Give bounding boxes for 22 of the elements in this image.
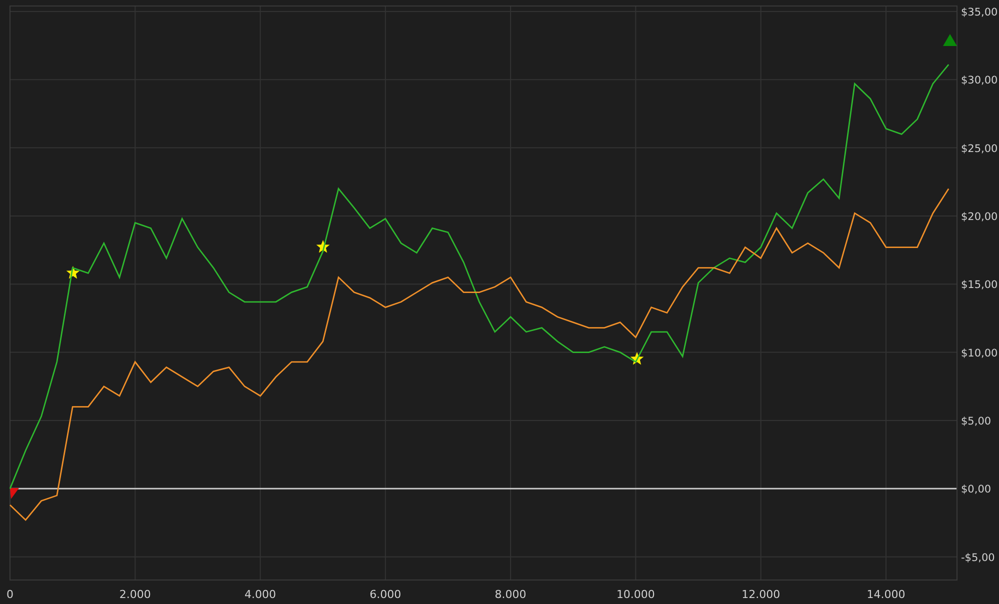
x-tick-label: 4.000: [244, 588, 276, 601]
y-tick-label: $0,00: [961, 484, 992, 496]
y-tick-label: $10,00: [961, 347, 998, 360]
x-tick-label: 2.000: [119, 588, 151, 601]
x-tick-label: 6.000: [370, 588, 402, 601]
y-tick-label: $15,00: [961, 279, 998, 292]
y-tick-label: $20,00: [961, 210, 998, 223]
star-marker: [630, 352, 644, 365]
star-marker: [66, 266, 80, 279]
star-marker: [316, 240, 330, 253]
down-triangle-marker: [10, 488, 19, 499]
x-tick-label: 14.000: [866, 588, 906, 601]
x-tick-label: 10.000: [616, 588, 655, 601]
x-tick-label: 0: [6, 588, 14, 601]
x-tick-label: 12.000: [742, 588, 780, 601]
y-tick-label: $30,00: [961, 74, 998, 87]
up-triangle-marker: [943, 34, 957, 46]
y-tick-label: $35,00: [961, 6, 998, 18]
y-tick-label: $5,00: [961, 415, 992, 428]
x-tick-label: 8.000: [494, 588, 526, 601]
y-tick-label: $25,00: [961, 142, 998, 155]
y-tick-label: -$5,00: [961, 552, 995, 564]
